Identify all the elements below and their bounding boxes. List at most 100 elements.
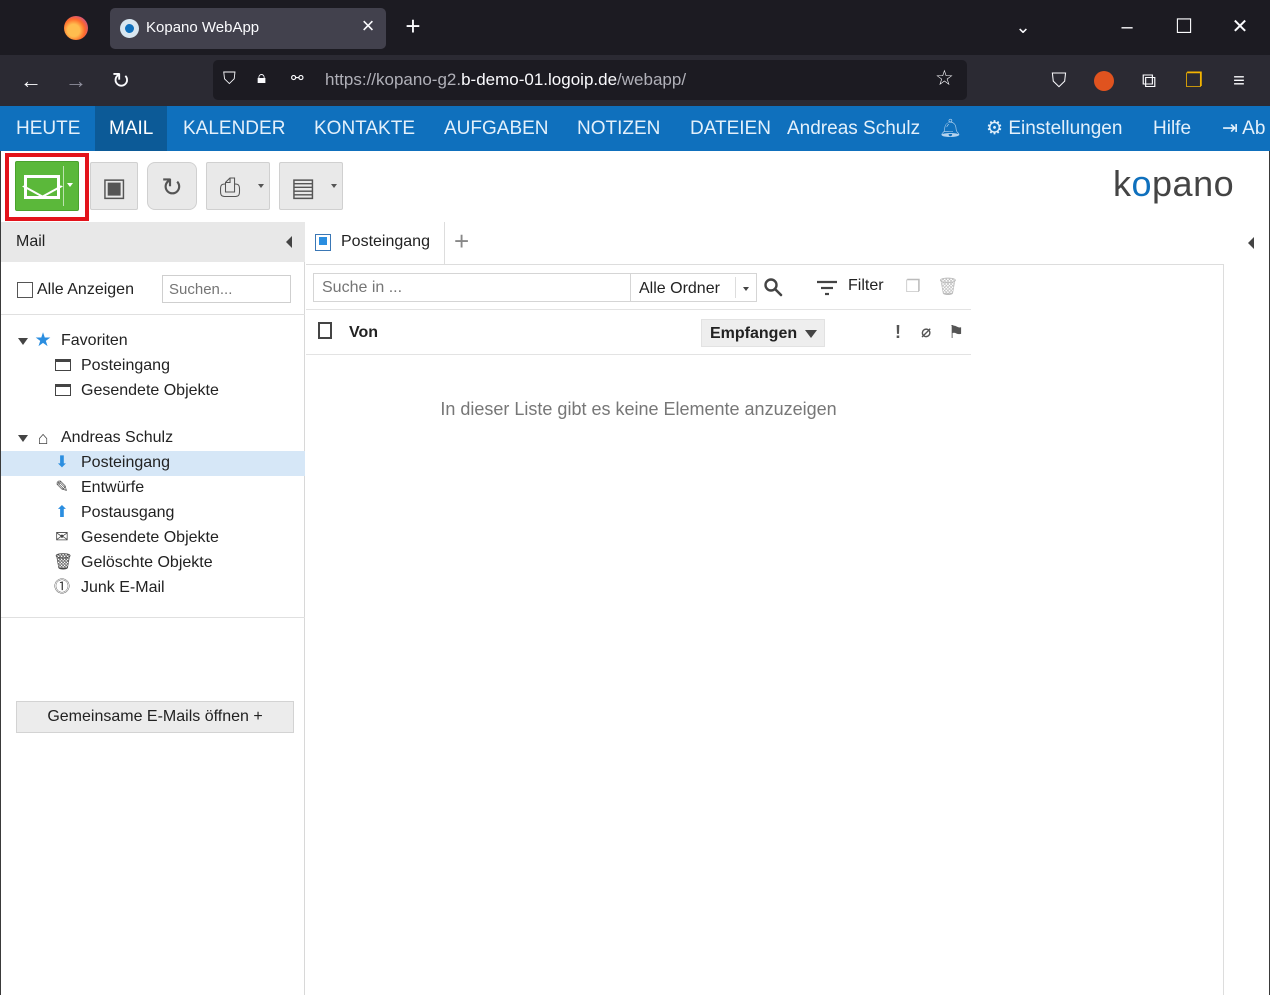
url-path: /webapp/ bbox=[617, 70, 687, 89]
chevron-down-icon[interactable] bbox=[67, 183, 73, 187]
tab-posteingang[interactable]: Posteingang bbox=[306, 222, 445, 264]
trash-icon: 🗑︎ bbox=[53, 554, 74, 571]
tree-entwuerfe[interactable]: ✎ Entwürfe bbox=[1, 476, 305, 501]
gear-icon: ⚙ bbox=[986, 118, 1004, 139]
mail-column-header: Von Empfangen ! ⌀ ⚑ bbox=[306, 309, 971, 355]
logout-button[interactable]: ⇥ Ab bbox=[1222, 106, 1265, 151]
help-button[interactable]: Hilfe bbox=[1153, 106, 1191, 151]
browser-toolbar: ← → ↻ ⛉ 🔒︎ ⚯ https://kopano-g2.b-demo-01… bbox=[0, 55, 1270, 106]
url-bar[interactable]: ⛉ 🔒︎ ⚯ https://kopano-g2.b-demo-01.logoi… bbox=[213, 60, 967, 100]
divider bbox=[1, 314, 305, 315]
tree-label: Entwürfe bbox=[81, 479, 145, 496]
importance-icon[interactable]: ! bbox=[895, 322, 901, 343]
tree-label: Posteingang bbox=[81, 454, 170, 471]
url-text[interactable]: https://kopano-g2.b-demo-01.logoip.de/we… bbox=[325, 70, 686, 90]
tree-label: Junk E-Mail bbox=[81, 579, 165, 596]
tree-fav-posteingang[interactable]: Posteingang bbox=[1, 354, 305, 379]
refresh-icon: ↻ bbox=[161, 172, 183, 202]
nav-kontakte[interactable]: KONTAKTE bbox=[299, 106, 430, 151]
pocket-icon[interactable]: ⛉ bbox=[1046, 68, 1072, 94]
mail-search-input[interactable] bbox=[313, 273, 631, 302]
tree-junk[interactable]: ⓵ Junk E-Mail bbox=[1, 576, 305, 601]
empty-list-message: In dieser Liste gibt es keine Elemente a… bbox=[440, 399, 837, 419]
envelope-icon bbox=[24, 175, 60, 199]
print-button[interactable]: ⎙ bbox=[206, 162, 270, 210]
window-close-icon[interactable]: ✕ bbox=[1225, 12, 1255, 42]
nav-notizen[interactable]: NOTIZEN bbox=[562, 106, 675, 151]
col-received-sort[interactable]: Empfangen bbox=[701, 319, 825, 347]
inbox-icon bbox=[315, 234, 331, 251]
tree-postausgang[interactable]: ⬆ Postausgang bbox=[1, 501, 305, 526]
view-layout-button[interactable]: ▤ bbox=[279, 162, 343, 210]
settings-button[interactable]: ⚙ Einstellungen bbox=[986, 106, 1122, 151]
expand-triangle-icon[interactable] bbox=[18, 435, 28, 442]
hamburger-menu-icon[interactable]: ≡ bbox=[1226, 68, 1252, 94]
chevron-down-icon[interactable] bbox=[743, 287, 749, 291]
folder-icon bbox=[55, 384, 71, 396]
collapse-left-icon[interactable] bbox=[286, 236, 292, 248]
nav-kalender[interactable]: KALENDER bbox=[168, 106, 300, 151]
bell-icon[interactable]: 🔔︎ bbox=[939, 106, 962, 151]
filter-label[interactable]: Filter bbox=[848, 277, 884, 295]
document-icon[interactable] bbox=[318, 322, 332, 339]
tab-list-chevron-icon[interactable]: ⌄ bbox=[1008, 12, 1038, 42]
close-tab-icon[interactable]: × bbox=[357, 15, 379, 37]
new-mail-button[interactable] bbox=[15, 161, 79, 211]
chevron-down-icon[interactable] bbox=[331, 184, 337, 188]
tree-favorites[interactable]: ★ Favoriten bbox=[1, 329, 305, 354]
folder-search-input[interactable] bbox=[162, 275, 291, 303]
expand-triangle-icon[interactable] bbox=[18, 338, 28, 345]
divider bbox=[1, 617, 305, 618]
logo-o: o bbox=[1131, 163, 1153, 204]
tree-label: Gesendete Objekte bbox=[81, 382, 219, 399]
address-book-icon: ▣ bbox=[101, 172, 127, 202]
refresh-button[interactable]: ↻ bbox=[147, 162, 197, 210]
tree-gesendete[interactable]: ✉ Gesendete Objekte bbox=[1, 526, 305, 551]
bookmark-star-icon[interactable]: ☆ bbox=[935, 67, 959, 91]
chevron-down-icon[interactable] bbox=[258, 184, 264, 188]
new-tab-icon[interactable]: + bbox=[400, 13, 426, 40]
nav-dateien[interactable]: DATEIEN bbox=[675, 106, 786, 151]
lock-icon[interactable]: 🔒︎ bbox=[257, 68, 277, 90]
multi-window-icon[interactable]: ❐ bbox=[1181, 68, 1207, 94]
minimize-icon[interactable]: – bbox=[1112, 12, 1142, 42]
nav-heute[interactable]: HEUTE bbox=[0, 106, 96, 151]
reload-icon[interactable]: ↻ bbox=[107, 67, 135, 95]
filter-icon[interactable] bbox=[815, 278, 839, 298]
forward-arrow-icon[interactable]: → bbox=[62, 67, 90, 95]
flag-icon[interactable]: ⚑ bbox=[948, 322, 964, 343]
tree-posteingang[interactable]: ⬇ Posteingang bbox=[1, 451, 305, 476]
paperclip-icon[interactable]: ⌀ bbox=[921, 322, 931, 342]
tree-label: Gesendete Objekte bbox=[81, 529, 219, 546]
folder-scope-select[interactable]: Alle Ordner bbox=[630, 273, 757, 302]
folder-panel: Mail Alle Anzeigen ★ Favoriten Posteinga… bbox=[1, 222, 305, 995]
user-name[interactable]: Andreas Schulz bbox=[787, 106, 920, 151]
address-book-button[interactable]: ▣ bbox=[90, 162, 138, 210]
extensions-puzzle-icon[interactable]: ⧉ bbox=[1136, 68, 1162, 94]
shield-icon[interactable]: ⛉ bbox=[223, 69, 243, 91]
back-arrow-icon[interactable]: ← bbox=[17, 67, 45, 95]
nav-aufgaben[interactable]: AUFGABEN bbox=[429, 106, 564, 151]
nav-mail[interactable]: MAIL bbox=[95, 106, 168, 151]
browser-tab-strip: Kopano WebApp × + ⌄ – ☐ ✕ bbox=[0, 0, 1270, 55]
folder-panel-title: Mail bbox=[16, 233, 46, 250]
extension-fox-icon[interactable] bbox=[1094, 71, 1114, 91]
search-icon[interactable] bbox=[763, 277, 783, 297]
show-all-label[interactable]: Alle Anzeigen bbox=[37, 281, 134, 299]
url-prefix: https://kopano-g2. bbox=[325, 70, 462, 89]
open-shared-mail-button[interactable]: Gemeinsame E-Mails öffnen + bbox=[16, 701, 294, 733]
maximize-icon[interactable]: ☐ bbox=[1169, 12, 1199, 42]
add-tab-icon[interactable]: + bbox=[454, 228, 469, 254]
firefox-icon[interactable] bbox=[64, 16, 88, 40]
tree-fav-gesendete[interactable]: Gesendete Objekte bbox=[1, 379, 305, 404]
show-all-checkbox[interactable] bbox=[17, 282, 33, 298]
delete-icon[interactable]: 🗑︎ bbox=[937, 277, 959, 297]
copy-icon[interactable]: ❐ bbox=[903, 277, 923, 297]
col-from[interactable]: Von bbox=[349, 324, 378, 342]
collapse-right-icon[interactable] bbox=[1248, 237, 1254, 249]
permissions-icon[interactable]: ⚯ bbox=[291, 69, 313, 91]
tree-geloeschte[interactable]: 🗑︎ Gelöschte Objekte bbox=[1, 551, 305, 576]
browser-tab[interactable]: Kopano WebApp × bbox=[110, 8, 386, 49]
tree-mailbox[interactable]: ⌂ Andreas Schulz bbox=[1, 426, 305, 451]
app-body: ▣ ↻ ⎙ ▤ kopano Mail Alle Anzeigen ★ Favo… bbox=[0, 151, 1270, 995]
